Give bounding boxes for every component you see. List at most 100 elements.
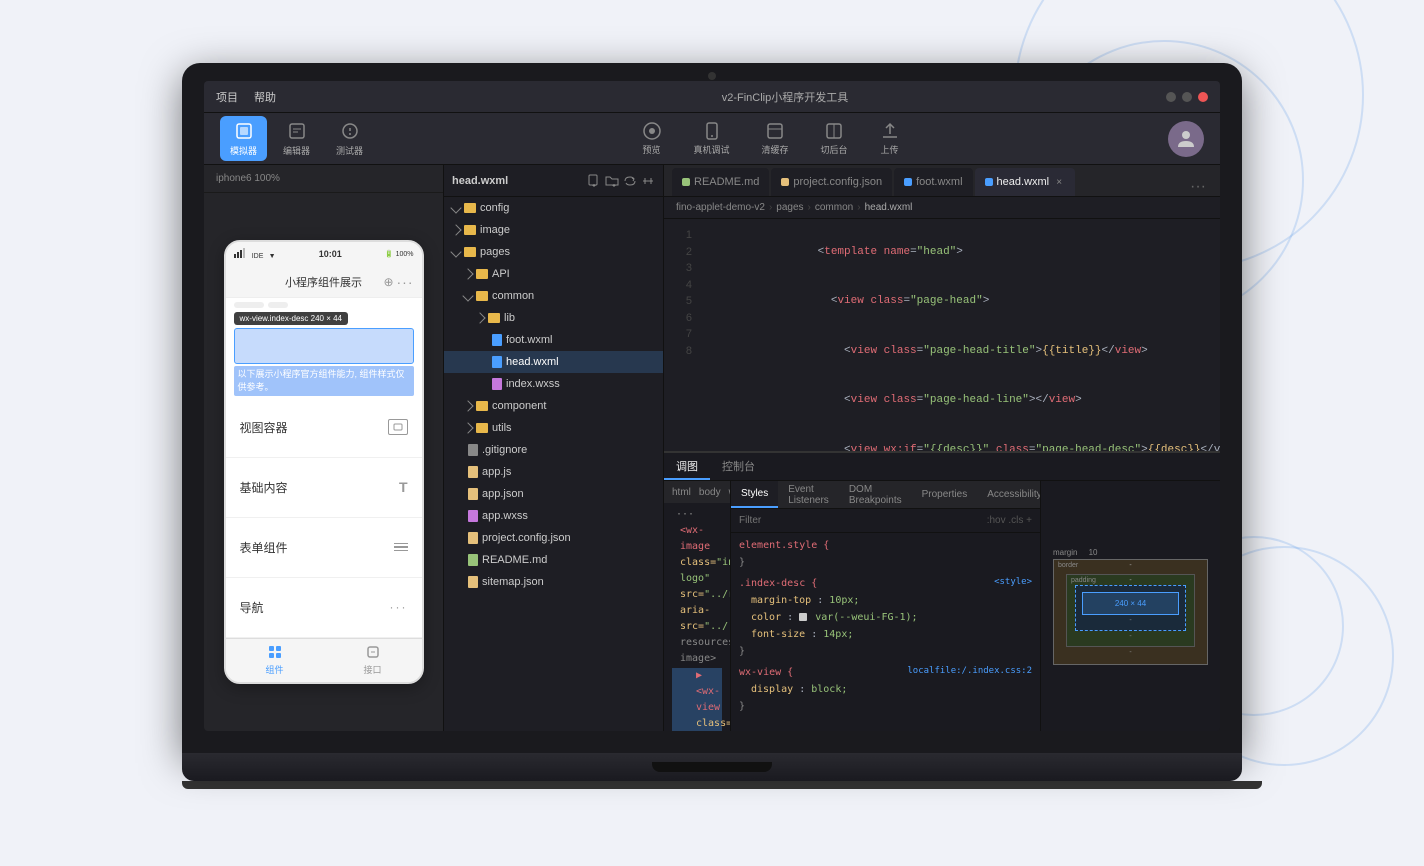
line-num-7: 7 bbox=[664, 326, 692, 343]
tree-sitemap[interactable]: sitemap.json bbox=[444, 571, 663, 593]
bottom-tab-api[interactable]: 接口 bbox=[324, 639, 422, 682]
folder-icon bbox=[488, 313, 500, 323]
maximize-button[interactable] bbox=[1182, 92, 1192, 102]
tree-component[interactable]: component bbox=[444, 395, 663, 417]
tree-app-json[interactable]: app.json bbox=[444, 483, 663, 505]
T-icon: T bbox=[399, 479, 408, 495]
phone-indicator-1 bbox=[234, 302, 264, 308]
main-area: iphone6 100% bbox=[204, 165, 1220, 731]
styles-tab-event[interactable]: Event Listeners bbox=[778, 481, 839, 508]
tab-more-button[interactable]: ··· bbox=[1184, 178, 1212, 196]
styles-content: element.style { } .index-desc { <style> bbox=[731, 533, 1040, 731]
phone-highlighted-element bbox=[234, 328, 414, 364]
styles-tab-accessibility[interactable]: Accessibility bbox=[977, 481, 1040, 508]
tree-app-js[interactable]: app.js bbox=[444, 461, 663, 483]
tree-readme[interactable]: README.md bbox=[444, 549, 663, 571]
box-icon bbox=[393, 423, 403, 431]
tab-head-wxml[interactable]: head.wxml × bbox=[975, 168, 1076, 196]
styles-tab-dom[interactable]: DOM Breakpoints bbox=[839, 481, 912, 508]
devtools-tab-debug[interactable]: 调图 bbox=[664, 453, 710, 480]
simulator-button[interactable]: 模拟器 bbox=[220, 116, 267, 161]
bc-html[interactable]: html bbox=[672, 487, 691, 498]
nav-item-1[interactable]: 视图容器 bbox=[226, 398, 422, 458]
devtools-tab-console[interactable]: 控制台 bbox=[710, 453, 767, 480]
code-punct: </ bbox=[1102, 345, 1115, 357]
clear-cache-action[interactable]: 清缓存 bbox=[754, 117, 797, 160]
tree-config[interactable]: config bbox=[444, 197, 663, 219]
val-color: var(--weui-FG-1); bbox=[815, 612, 917, 623]
tree-image[interactable]: image bbox=[444, 219, 663, 241]
upload-action[interactable]: 上传 bbox=[872, 117, 908, 160]
styles-source-3[interactable]: localfile:/.index.css:2 bbox=[907, 664, 1032, 679]
toolbar-left-buttons: 模拟器 编辑器 bbox=[220, 116, 373, 161]
styles-source-2[interactable]: <style> bbox=[994, 575, 1032, 590]
bottom-tab-component[interactable]: 组件 bbox=[226, 639, 324, 682]
bc-body[interactable]: body bbox=[699, 487, 721, 498]
nav-item-4[interactable]: 导航 ··· bbox=[226, 578, 422, 638]
tree-gitignore[interactable]: .gitignore bbox=[444, 439, 663, 461]
styles-element-rule: element.style { } bbox=[739, 537, 1032, 571]
styles-tab-styles[interactable]: Styles bbox=[731, 481, 778, 508]
tree-project-config[interactable]: project.config.json bbox=[444, 527, 663, 549]
styles-tab-properties[interactable]: Properties bbox=[912, 481, 978, 508]
screen: 项目 帮助 v2-FinClip小程序开发工具 bbox=[204, 81, 1220, 731]
tab-foot-label: foot.wxml bbox=[916, 176, 962, 188]
html-inspector: html body wx-view.index wx-view.index-hd… bbox=[664, 481, 730, 731]
tree-refresh-btn[interactable] bbox=[623, 174, 637, 188]
styles-selector-3: wx-view { localfile:/.index.css:2 bbox=[739, 664, 1032, 681]
tab-readme[interactable]: README.md bbox=[672, 168, 769, 196]
tree-index-wxss[interactable]: index.wxss bbox=[444, 373, 663, 395]
nav-item-3[interactable]: 表单组件 bbox=[226, 518, 422, 578]
close-button[interactable] bbox=[1198, 92, 1208, 102]
styles-close-2: } bbox=[739, 643, 1032, 660]
file-label: .gitignore bbox=[482, 444, 527, 456]
cut-log-action[interactable]: 切后台 bbox=[813, 117, 856, 160]
phone-expand-icon[interactable]: ⊕ bbox=[383, 275, 393, 289]
padding-bottom-val: - bbox=[1082, 617, 1179, 624]
styles-wx-view-rule: wx-view { localfile:/.index.css:2 displa… bbox=[739, 664, 1032, 715]
tree-common[interactable]: common bbox=[444, 285, 663, 307]
breadcrumb-root: fino-applet-demo-v2 bbox=[676, 202, 765, 213]
tab-project-label: project.config.json bbox=[793, 176, 882, 188]
dots-icon: ··· bbox=[390, 600, 408, 614]
styles-panel: Styles Event Listeners DOM Breakpoints P… bbox=[730, 481, 1040, 731]
toolbar-actions: 预览 真机调试 清缓存 bbox=[373, 117, 1168, 160]
styles-filter-input[interactable] bbox=[739, 515, 983, 526]
arrow-icon bbox=[450, 224, 461, 235]
code-line-4: <view class="page-head-line"></view> bbox=[712, 376, 1208, 426]
file-label: README.md bbox=[482, 554, 547, 566]
border-box: padding - 240 × 44 bbox=[1066, 574, 1195, 647]
code-val: "page-head-title" bbox=[923, 345, 1035, 357]
tree-utils[interactable]: utils bbox=[444, 417, 663, 439]
tree-app-wxss[interactable]: app.wxss bbox=[444, 505, 663, 527]
menu-project[interactable]: 项目 bbox=[216, 89, 238, 105]
json-file-icon bbox=[468, 532, 478, 544]
tree-lib[interactable]: lib bbox=[444, 307, 663, 329]
preview-action[interactable]: 预览 bbox=[634, 117, 670, 160]
code-val: "page-head-line" bbox=[923, 394, 1029, 406]
real-machine-action[interactable]: 真机调试 bbox=[686, 117, 738, 160]
test-button[interactable]: 测试器 bbox=[326, 116, 373, 161]
md-file-icon bbox=[468, 554, 478, 566]
tree-pages[interactable]: pages bbox=[444, 241, 663, 263]
tree-api[interactable]: API bbox=[444, 263, 663, 285]
tab-project-config[interactable]: project.config.json bbox=[771, 168, 892, 196]
tree-foot-wxml[interactable]: foot.wxml bbox=[444, 329, 663, 351]
code-lines: <template name="head"> <view class="page… bbox=[700, 219, 1220, 451]
user-avatar[interactable] bbox=[1168, 121, 1204, 157]
tab-foot-wxml[interactable]: foot.wxml bbox=[894, 168, 972, 196]
tree-new-file-btn[interactable] bbox=[587, 174, 601, 188]
phone-more-icon[interactable]: ··· bbox=[397, 274, 414, 290]
file-label: sitemap.json bbox=[482, 576, 544, 588]
tree-collapse-btn[interactable] bbox=[641, 174, 655, 188]
editor-button[interactable]: 编辑器 bbox=[273, 116, 320, 161]
prop-margin: margin-top bbox=[751, 595, 811, 606]
tab-close-button[interactable]: × bbox=[1053, 176, 1065, 188]
menu-help[interactable]: 帮助 bbox=[254, 89, 276, 105]
cut-log-label: 切后台 bbox=[821, 143, 848, 156]
tree-head-wxml[interactable]: head.wxml bbox=[444, 351, 663, 373]
minimize-button[interactable] bbox=[1166, 92, 1176, 102]
tree-new-folder-btn[interactable] bbox=[605, 174, 619, 188]
nav-item-2[interactable]: 基础内容 T bbox=[226, 458, 422, 518]
code-punct: ></ bbox=[1029, 394, 1049, 406]
